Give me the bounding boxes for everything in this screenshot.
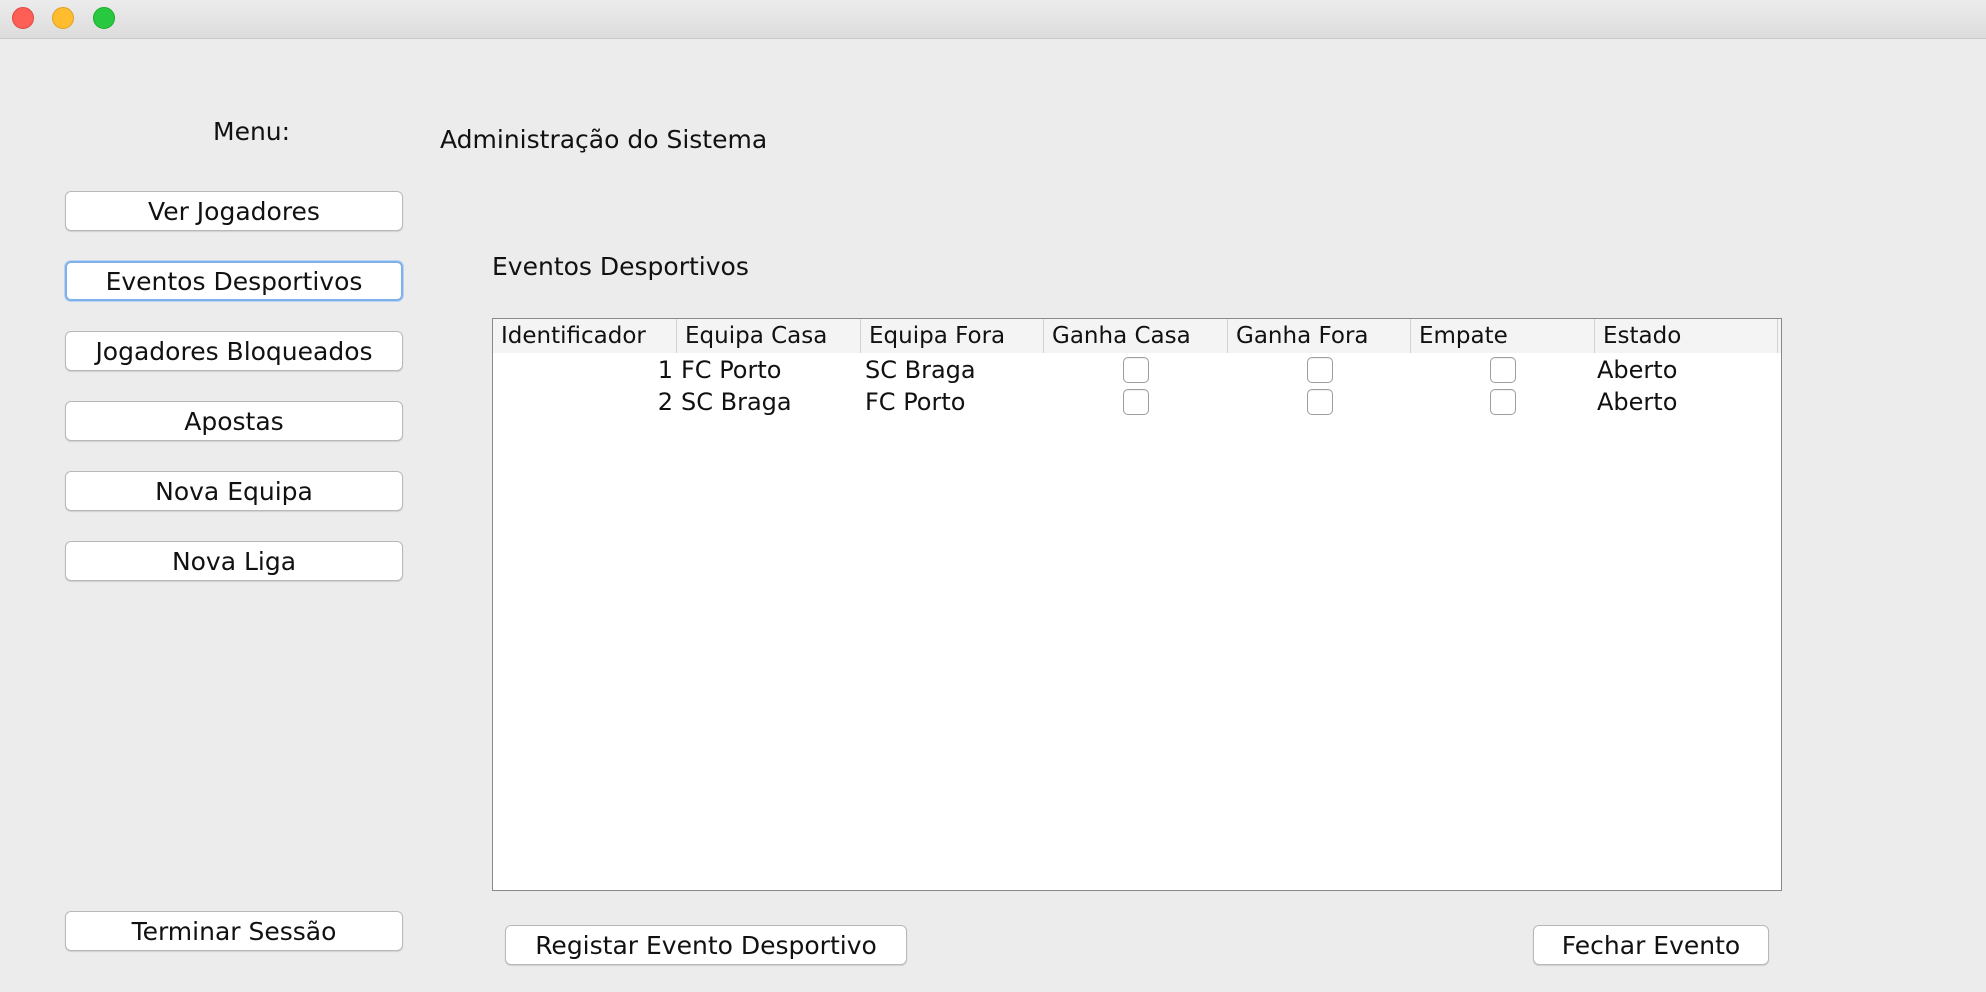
column-header-equipa-fora[interactable]: Equipa Fora [861, 319, 1044, 353]
menu-button-nova-liga[interactable]: Nova Liga [65, 541, 403, 581]
table-row[interactable]: 2 SC Braga FC Porto Aberto [493, 386, 1781, 418]
ganha-casa-checkbox[interactable] [1123, 389, 1149, 415]
cell-ganha-casa [1044, 386, 1228, 418]
cell-empate [1411, 354, 1595, 386]
logout-button[interactable]: Terminar Sessão [65, 911, 403, 951]
minimize-window-icon[interactable] [52, 7, 74, 29]
ganha-casa-checkbox[interactable] [1123, 357, 1149, 383]
cell-equipa-fora: SC Braga [865, 356, 976, 384]
empate-checkbox[interactable] [1490, 357, 1516, 383]
window-titlebar [0, 0, 1986, 39]
empate-checkbox[interactable] [1490, 389, 1516, 415]
cell-ganha-fora [1228, 386, 1411, 418]
column-header-ganha-casa[interactable]: Ganha Casa [1044, 319, 1228, 353]
cell-ganha-fora [1228, 354, 1411, 386]
menu-button-eventos-desportivos[interactable]: Eventos Desportivos [65, 261, 403, 301]
close-window-icon[interactable] [12, 7, 34, 29]
cell-identificador: 2 [657, 388, 673, 416]
cell-equipa-casa: FC Porto [681, 356, 782, 384]
cell-ganha-casa [1044, 354, 1228, 386]
page-title: Administração do Sistema [440, 125, 768, 154]
table-row[interactable]: 1 FC Porto SC Braga Aberto [493, 354, 1781, 386]
cell-equipa-casa: SC Braga [681, 388, 792, 416]
ganha-fora-checkbox[interactable] [1306, 389, 1333, 415]
column-header-identificador[interactable]: Identificador [493, 319, 677, 353]
menu-button-jogadores-bloqueados[interactable]: Jogadores Bloqueados [65, 331, 403, 371]
column-header-estado[interactable]: Estado [1595, 319, 1778, 353]
close-event-button[interactable]: Fechar Evento [1533, 925, 1769, 965]
register-event-button[interactable]: Registar Evento Desportivo [505, 925, 907, 965]
events-table: Identificador Equipa Casa Equipa Fora Ga… [492, 318, 1782, 891]
column-header-empate[interactable]: Empate [1411, 319, 1595, 353]
column-header-equipa-casa[interactable]: Equipa Casa [677, 319, 861, 353]
cell-identificador: 1 [657, 356, 673, 384]
menu-button-ver-jogadores[interactable]: Ver Jogadores [65, 191, 403, 231]
menu-button-nova-equipa[interactable]: Nova Equipa [65, 471, 403, 511]
ganha-fora-checkbox[interactable] [1306, 357, 1333, 383]
cell-estado: Aberto [1597, 388, 1678, 416]
cell-estado: Aberto [1597, 356, 1678, 384]
menu-button-apostas[interactable]: Apostas [65, 401, 403, 441]
section-title: Eventos Desportivos [492, 252, 749, 281]
cell-equipa-fora: FC Porto [865, 388, 966, 416]
menu-heading: Menu: [213, 117, 291, 146]
zoom-window-icon[interactable] [93, 7, 115, 29]
column-header-ganha-fora[interactable]: Ganha Fora [1228, 319, 1411, 353]
table-header: Identificador Equipa Casa Equipa Fora Ga… [493, 319, 1781, 353]
cell-empate [1411, 386, 1595, 418]
